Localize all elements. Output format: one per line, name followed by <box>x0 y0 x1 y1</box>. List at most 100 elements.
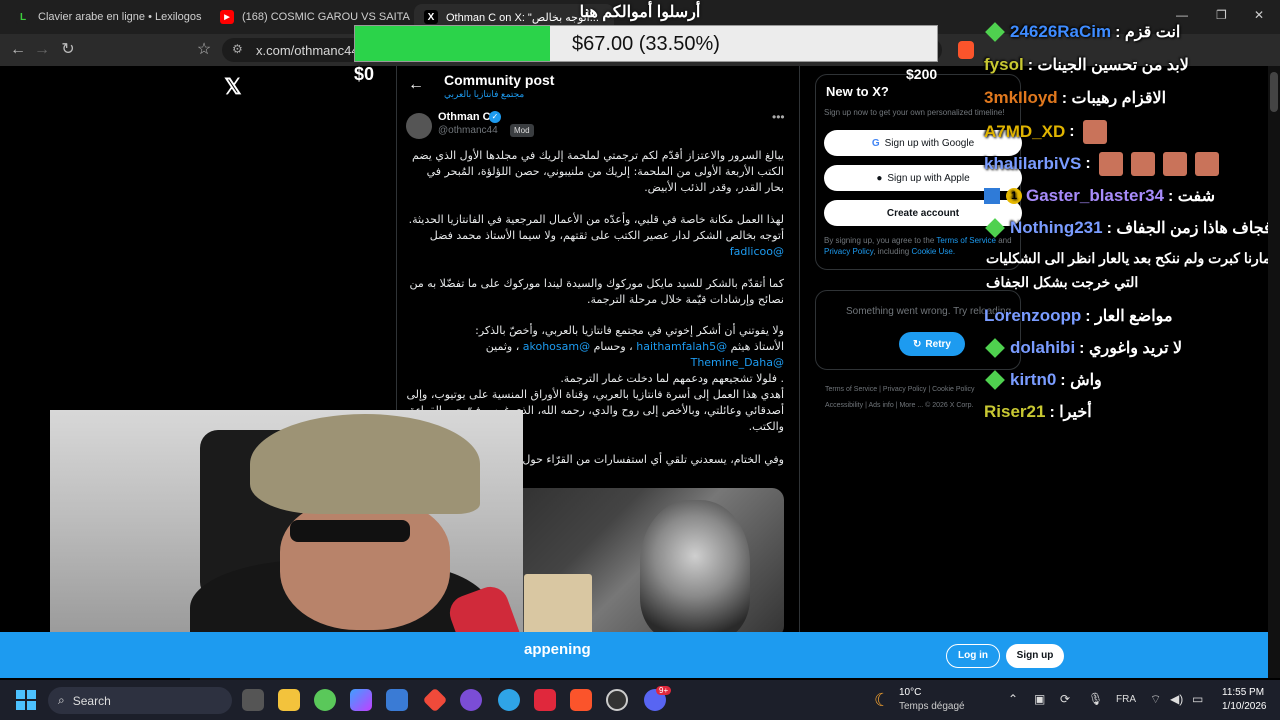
tray-sync-icon[interactable]: ⟳ <box>1060 692 1070 706</box>
moon-weather-icon[interactable]: ☾ <box>874 690 890 711</box>
chat-message: kirtn0 واش : <box>984 370 1102 390</box>
chat-text: : <box>1085 155 1091 172</box>
reload-icon[interactable]: ↻ <box>58 40 78 60</box>
microphone-icon[interactable]: 🎙 <box>1088 692 1103 706</box>
avatar[interactable] <box>406 113 432 139</box>
x-favicon-icon: X <box>424 10 438 24</box>
chat-username[interactable]: Lorenzoopp <box>984 306 1081 326</box>
youtube-favicon-icon: ▶ <box>220 10 234 24</box>
chat-text: الاقزام رهيبات : <box>1061 90 1167 107</box>
chat-line-content: Lorenzoopp مواضع العار : <box>984 306 1173 326</box>
chat-message: Riser21 أخيرا : <box>984 402 1092 422</box>
legal-prefix: By signing up, you agree to the <box>824 236 935 245</box>
minimize-icon[interactable]: — <box>1176 8 1188 22</box>
chat-username[interactable]: A7MD_XD <box>984 122 1065 142</box>
language-indicator[interactable]: FRA <box>1116 694 1136 705</box>
chat-username[interactable]: dolahibi <box>1010 338 1075 358</box>
signup-title: New to X? <box>826 84 889 99</box>
webcam-glasses <box>290 520 410 542</box>
chat-line-content: 3mkIloyd الاقزام رهيبات : <box>984 88 1166 108</box>
chat-text: أخيرا : <box>1049 404 1092 421</box>
brave-shield-icon[interactable] <box>958 41 974 59</box>
more-options-icon[interactable]: ••• <box>772 110 785 124</box>
mention-link[interactable]: @haithamfalah5 <box>636 340 727 353</box>
copilot-icon[interactable] <box>350 689 372 711</box>
task-view-icon[interactable] <box>242 689 264 711</box>
taskbar-search[interactable]: ⌕ Search <box>48 687 232 714</box>
chat-username[interactable]: khalilarbiVS <box>984 154 1081 174</box>
chat-emote-icon <box>1162 152 1187 176</box>
volume-icon[interactable]: ◀) <box>1170 692 1183 706</box>
chat-line-content: A7MD_XD: <box>984 120 1107 144</box>
obs-icon[interactable] <box>606 689 628 711</box>
chat-message: fysol لابد من تحسين الجينات : <box>984 55 1189 75</box>
chat-username[interactable]: kirtn0 <box>1010 370 1056 390</box>
close-window-icon[interactable]: ✕ <box>1254 8 1264 22</box>
chat-line-content: Nothing231 فجاف هاذا زمن الجفاف : <box>984 218 1272 238</box>
chat-username[interactable]: 24626RaCim <box>1010 22 1111 42</box>
chat-username[interactable]: Riser21 <box>984 402 1045 422</box>
chat-message: A7MD_XD: <box>984 120 1107 144</box>
file-explorer-icon[interactable] <box>278 689 300 711</box>
chat-username[interactable]: Nothing231 <box>1010 218 1103 238</box>
login-button[interactable]: Log in <box>946 644 1000 668</box>
back-arrow-icon[interactable]: ← <box>408 76 424 94</box>
chat-line-content: kirtn0 واش : <box>984 370 1102 390</box>
chat-message: اعمارنا كبرت ولم ننكح بعد يالعار انظر ال… <box>986 250 1280 267</box>
site-info-icon[interactable]: ⚙ <box>232 42 243 56</box>
back-icon[interactable]: ← <box>8 40 28 60</box>
tray-chevron-icon[interactable]: ⌃ <box>1008 692 1018 706</box>
chat-username[interactable]: fysol <box>984 55 1024 75</box>
chat-line-content: 1 Gaster_blaster34 شفت : <box>984 186 1215 206</box>
forward-icon[interactable]: → <box>32 40 52 60</box>
battery-icon[interactable]: ▭ <box>1192 692 1203 706</box>
tray-app-icon[interactable]: ▣ <box>1034 692 1045 706</box>
store-icon[interactable] <box>386 689 408 711</box>
community-name[interactable]: مجتمع فانتازيا بالعربي <box>444 89 524 100</box>
windows-start-icon[interactable] <box>16 690 36 710</box>
x-logo-icon[interactable]: 𝕏 <box>224 74 242 100</box>
book-cover-image <box>524 574 592 638</box>
search-placeholder: Search <box>72 693 111 708</box>
mention-link[interactable]: @Themine_Daha <box>691 356 784 369</box>
twitch-chat-icon[interactable] <box>460 689 482 711</box>
brave-icon[interactable] <box>570 689 592 711</box>
chat-message: khalilarbiVS: <box>984 152 1219 176</box>
app-globe-icon[interactable] <box>498 689 520 711</box>
chat-emote-icon <box>1082 120 1107 144</box>
weather-temperature[interactable]: 10°C <box>899 687 921 698</box>
mod-badge: Mod <box>510 124 534 137</box>
scrollbar-thumb[interactable] <box>1270 72 1278 112</box>
discord-badge: 9+ <box>656 686 672 695</box>
cookie-link[interactable]: Cookie Use. <box>911 247 955 256</box>
chat-message: 1 Gaster_blaster34 شفت : <box>984 186 1215 206</box>
xbox-icon[interactable] <box>314 689 336 711</box>
tab-lexilogos[interactable]: L Clavier arabe en ligne • Lexilogos <box>6 4 206 30</box>
chat-message: التي خرجت بشكل الجفاف <box>986 274 1138 291</box>
scrollbar[interactable] <box>1268 66 1280 678</box>
author-name[interactable]: Othman C <box>438 111 491 123</box>
author-handle[interactable]: @othmanc44 <box>438 125 498 136</box>
maximize-icon[interactable]: ❐ <box>1216 8 1227 22</box>
chat-line-content: التي خرجت بشكل الجفاف <box>986 274 1138 291</box>
privacy-link[interactable]: Privacy Policy <box>824 247 873 256</box>
chat-emote-icon <box>1130 152 1155 176</box>
mention-link[interactable]: @akohosam <box>523 340 590 353</box>
wifi-icon[interactable]: ⌔ <box>1150 692 1161 707</box>
chat-text: لا تريد واغوري : <box>1079 340 1183 357</box>
signup-button[interactable]: Sign up <box>1006 644 1064 668</box>
chat-username[interactable]: 3mkIloyd <box>984 88 1058 108</box>
weather-description[interactable]: Temps dégagé <box>899 701 965 712</box>
subscriber-gem-icon <box>985 218 1005 238</box>
app-w-icon[interactable] <box>534 689 556 711</box>
clock-time[interactable]: 11:55 PM <box>1222 687 1264 698</box>
bookmark-icon[interactable]: ☆ <box>194 40 214 60</box>
chat-line-content: 24626RaCim انت قزم : <box>984 22 1180 42</box>
clock-date[interactable]: 1/10/2026 <box>1222 701 1267 712</box>
chat-message: 3mkIloyd الاقزام رهيبات : <box>984 88 1166 108</box>
chat-emote-icon <box>1194 152 1219 176</box>
mention-link[interactable]: @fadlicoo <box>730 245 784 258</box>
retry-button[interactable]: ↻ Retry <box>899 332 965 356</box>
post-paragraph: لهذا العمل مكانة خاصة في قلبي، وأعدّه من… <box>406 212 784 260</box>
chat-username[interactable]: Gaster_blaster34 <box>1026 186 1164 206</box>
